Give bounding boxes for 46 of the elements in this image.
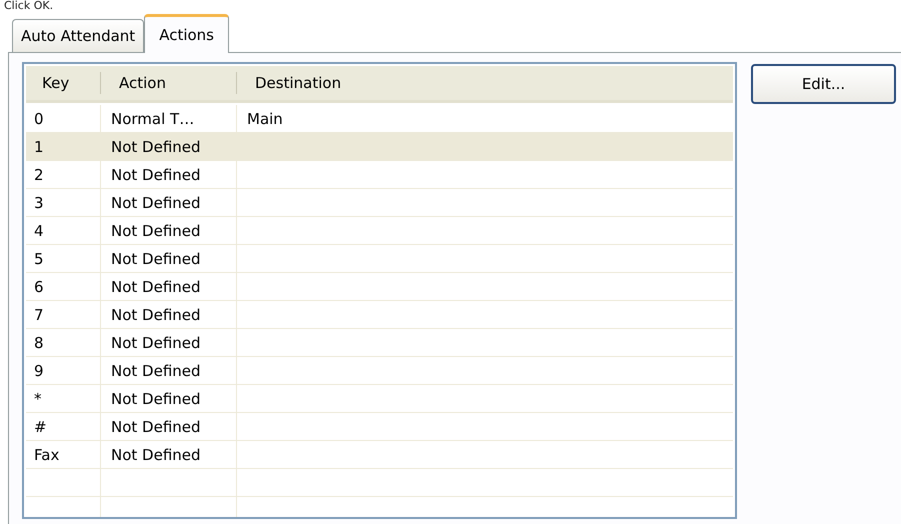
table-cell: 8 xyxy=(26,329,101,356)
table-row[interactable]: 9 Not Defined xyxy=(26,357,733,385)
table-cell: 7 xyxy=(26,301,101,328)
table-cell: * xyxy=(26,385,101,412)
table-cell: Not Defined xyxy=(101,217,237,244)
table-row[interactable]: 7 Not Defined xyxy=(26,301,733,329)
table-cell: 3 xyxy=(26,189,101,216)
table-row[interactable]: 6 Not Defined xyxy=(26,273,733,301)
table-row[interactable]: # Not Defined xyxy=(26,413,733,441)
table-cell: # xyxy=(26,413,101,440)
table-row[interactable]: 3 Not Defined xyxy=(26,189,733,217)
table-cell: 9 xyxy=(26,357,101,384)
tab[interactable]: Auto Attendant xyxy=(12,19,144,52)
table-cell: Normal T… xyxy=(101,105,237,132)
table-cell: Fax xyxy=(26,441,101,468)
table-row[interactable]: 4 Not Defined xyxy=(26,217,733,245)
table-cell: Not Defined xyxy=(101,301,237,328)
edit-button[interactable]: Edit... xyxy=(751,64,896,104)
table-row[interactable]: 5 Not Defined xyxy=(26,245,733,273)
table-cell: Not Defined xyxy=(101,385,237,412)
table-cell: Not Defined xyxy=(101,329,237,356)
table-cell: Not Defined xyxy=(101,161,237,188)
table-cell: Not Defined xyxy=(101,441,237,468)
table-row[interactable]: * Not Defined xyxy=(26,385,733,413)
table-cell: Not Defined xyxy=(101,357,237,384)
table-cell: Not Defined xyxy=(101,245,237,272)
column-header[interactable]: Destination xyxy=(237,72,733,94)
table-row[interactable]: Fax Not Defined xyxy=(26,441,733,469)
table-cell: 0 xyxy=(26,105,101,132)
table-row[interactable]: 2 Not Defined xyxy=(26,161,733,189)
tab[interactable]: Actions xyxy=(144,14,229,53)
table-row[interactable]: 1 Not Defined xyxy=(26,133,733,161)
table-cell: 4 xyxy=(26,217,101,244)
table-cell: Not Defined xyxy=(101,413,237,440)
table-cell: Not Defined xyxy=(101,133,237,160)
table-row[interactable]: 8 Not Defined xyxy=(26,329,733,357)
table-cell: 2 xyxy=(26,161,101,188)
column-header[interactable]: Key xyxy=(26,72,101,94)
table-cell: Not Defined xyxy=(101,273,237,300)
table-cell-text: Main xyxy=(246,108,284,130)
table-cell: Not Defined xyxy=(101,189,237,216)
instruction-text: Click OK. xyxy=(3,0,54,12)
table-cell: 1 xyxy=(26,133,101,160)
table-cell: 5 xyxy=(26,245,101,272)
table-cell: 6 xyxy=(26,273,101,300)
column-header[interactable]: Action xyxy=(101,72,237,94)
